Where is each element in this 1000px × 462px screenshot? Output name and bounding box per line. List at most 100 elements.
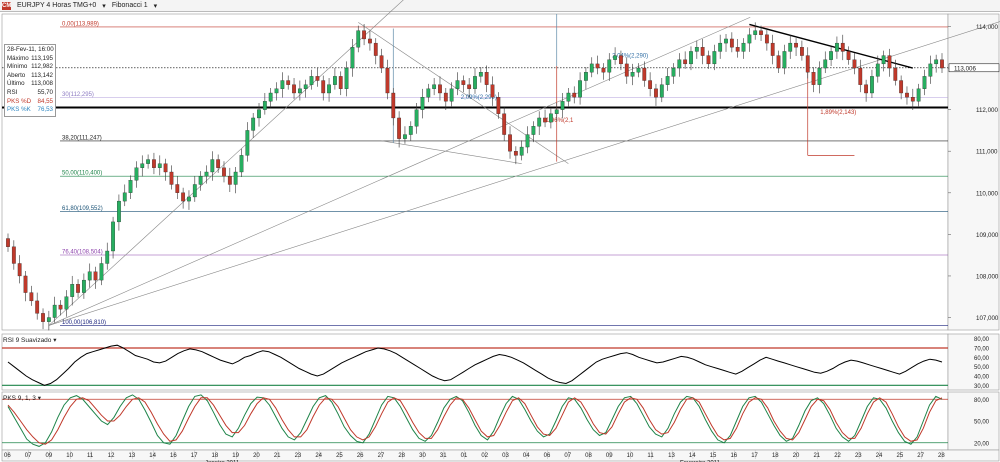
candle-up — [835, 42, 839, 52]
info-value: 112,982 — [31, 63, 53, 71]
candle-down — [764, 34, 769, 44]
candle-down — [496, 97, 501, 114]
candle-down — [759, 30, 763, 35]
x-tick-label: 07 — [25, 453, 32, 459]
candle-down — [619, 55, 623, 65]
y-tick-label: 110,000 — [976, 190, 998, 197]
candle-down — [222, 167, 226, 177]
candle-down — [379, 55, 384, 69]
fib-level-label: 38,20(111,247) — [62, 135, 102, 141]
candle-down — [846, 51, 851, 60]
rsi-title: RSI 9 Suavizado — [3, 337, 52, 344]
candle-up — [665, 76, 670, 85]
info-row: Aberto 113,142 — [7, 72, 53, 81]
candle-up — [671, 67, 676, 77]
x-tick-label: 07 — [564, 453, 571, 459]
candle-up — [233, 171, 238, 185]
price-axis — [947, 13, 1000, 331]
info-row: PKS %D 84,55 — [7, 98, 53, 107]
candle-up — [426, 88, 431, 98]
x-tick-label: 06 — [544, 453, 551, 459]
candle-down — [58, 304, 63, 310]
candle-up — [916, 88, 921, 102]
candle-up — [782, 51, 787, 69]
x-tick-label: 11 — [647, 453, 654, 459]
x-tick-label: 02 — [481, 453, 488, 459]
x-tick-label: 22 — [834, 453, 841, 459]
candle-down — [292, 84, 296, 94]
candle-down — [41, 313, 45, 322]
candle-up — [531, 126, 536, 135]
x-tick-label: 16 — [730, 453, 737, 459]
x-tick-label: 27 — [917, 453, 924, 459]
candle-down — [893, 67, 898, 81]
candle-down — [385, 67, 390, 94]
candle-down — [624, 63, 629, 77]
candle-up — [455, 80, 460, 89]
y-tick-label: 107,000 — [976, 315, 999, 322]
candle-up — [134, 167, 139, 181]
info-row: RSI 55,70 — [7, 89, 53, 98]
info-label: RSI — [7, 88, 18, 96]
candle-up — [753, 30, 758, 35]
candle-down — [940, 59, 944, 69]
info-row: PKS %K 76,53 — [7, 106, 53, 115]
candle-down — [700, 47, 705, 56]
x-tick-label: 15 — [710, 453, 717, 459]
x-tick-label: 16 — [170, 453, 177, 459]
info-value: 55,70 — [37, 88, 53, 96]
x-tick-label: 24 — [315, 453, 322, 459]
candle-up — [881, 55, 886, 65]
candle-down — [29, 292, 34, 302]
y-tick-label: 111,000 — [976, 149, 998, 156]
x-tick-label: 21 — [813, 453, 820, 459]
x-tick-label: 28 — [938, 453, 945, 459]
candle-up — [712, 51, 717, 65]
candle-up — [105, 250, 110, 264]
rsi-panel-label[interactable]: RSI 9 Suavizado ▾ — [3, 336, 57, 344]
pks-title: PKS 9, 1, 3 — [3, 395, 36, 402]
x-tick-label: 10 — [627, 453, 634, 459]
candle-down — [683, 59, 688, 65]
candle-down — [513, 151, 518, 156]
rsi-tick-label: 70,00 — [974, 347, 990, 353]
fib-level-label: 76,40(108,504) — [62, 249, 103, 255]
x-tick-label: 01 — [461, 453, 468, 459]
info-row: Mínimo 112,982 — [7, 63, 53, 72]
candle-up — [922, 76, 927, 89]
candle-up — [408, 126, 413, 135]
candle-down — [286, 80, 291, 85]
info-value: 113,195 — [31, 54, 53, 62]
candle-up — [589, 63, 594, 73]
candle-down — [23, 275, 28, 293]
pks-panel-label[interactable]: PKS 9, 1, 3 ▾ — [3, 394, 41, 402]
candle-down — [595, 63, 600, 69]
candle-down — [17, 263, 22, 277]
x-tick-label: 12 — [108, 453, 115, 459]
rsi-tick-label: 40,00 — [974, 375, 990, 381]
y-tick-label: 112,000 — [976, 107, 998, 114]
candle-down — [368, 38, 372, 44]
candle-down — [800, 47, 804, 56]
rsi-tick-label: 50,00 — [974, 365, 990, 371]
info-row: Último 113,008 — [7, 80, 53, 89]
y-tick-label: 114,000 — [976, 24, 998, 31]
candle-down — [648, 80, 653, 89]
candle-up — [578, 80, 582, 98]
candle-down — [654, 88, 658, 98]
candle-up — [81, 279, 86, 293]
candle-down — [484, 72, 489, 85]
fib-level-label: 100,00(106,810) — [62, 320, 106, 326]
info-label: PKS %D — [7, 97, 32, 105]
candle-up — [677, 59, 682, 69]
candle-down — [508, 134, 512, 152]
candle-up — [747, 34, 752, 44]
x-tick-label: 03 — [502, 453, 509, 459]
price-chart[interactable]: 114,000113,000112,000111,000110,000109,0… — [0, 0, 1000, 462]
info-value: 113,008 — [31, 80, 53, 88]
candle-down — [729, 38, 734, 48]
candle-down — [175, 184, 180, 193]
candle-up — [829, 51, 833, 60]
y-tick-label: 108,000 — [976, 273, 999, 280]
candle-up — [607, 59, 612, 73]
